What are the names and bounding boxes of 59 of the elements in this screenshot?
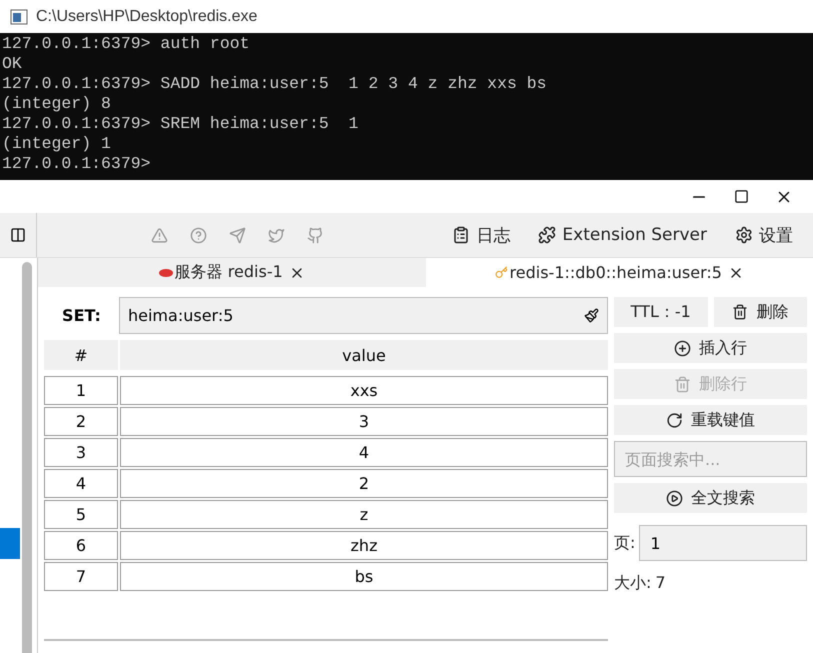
paper-plane-icon (229, 226, 246, 244)
help-icon (190, 226, 207, 244)
table-cell: 4 (120, 438, 608, 467)
warning-icon (151, 226, 168, 244)
console-line: 127.0.0.1:6379> SREM heima:user:5 1 (2, 114, 360, 134)
toolbar-action[interactable]: Extension Server (538, 224, 707, 246)
toolbar-action[interactable]: 设置 (735, 224, 793, 246)
table-cell: zhz (120, 531, 608, 560)
search-field[interactable]: 页面搜索中... (614, 441, 807, 477)
play-circle-icon (666, 490, 683, 506)
size-value: 7 (655, 573, 666, 594)
trash-icon (732, 304, 748, 320)
key-name-field[interactable]: heima:user:5 (119, 297, 608, 334)
size-label: 大小: (614, 573, 652, 594)
console-line: (integer) 8 (2, 94, 112, 114)
scrollbar[interactable] (22, 262, 32, 653)
plus-circle-icon (674, 340, 691, 356)
window-title: C:\Users\HP\Desktop\redis.exe (36, 8, 258, 26)
page-label: 页: (614, 532, 636, 554)
key-type-label: SET: (61, 306, 102, 325)
page-field[interactable]: 1 (639, 525, 807, 561)
console-line: 127.0.0.1:6379> auth root (2, 34, 251, 54)
table-cell: 7 (44, 562, 118, 591)
bird-icon (268, 226, 285, 244)
sidebar-toggle-icon[interactable] (10, 227, 26, 243)
key-icon (494, 266, 508, 279)
table-cell: z (120, 500, 608, 529)
console-line: 127.0.0.1:6379> (2, 154, 152, 174)
table-cell: 5 (44, 500, 118, 529)
console-line: (integer) 1 (2, 134, 112, 154)
console-line: 127.0.0.1:6379> SADD heima:user:5 1 2 3 4 z zhz xxs bs (2, 74, 548, 94)
fulltext-search-button[interactable]: 全文搜索 (614, 483, 807, 513)
table-cell: 4 (44, 469, 118, 498)
table-cell: bs (120, 562, 608, 591)
column-header: # (44, 340, 118, 370)
table-cell: 3 (120, 407, 608, 436)
puzzle-icon (538, 226, 556, 244)
maximize-icon[interactable] (734, 189, 749, 204)
settings-icon (735, 226, 753, 244)
action-button[interactable]: 重载键值 (614, 405, 807, 435)
brush-icon[interactable] (584, 308, 599, 323)
toolbar-action[interactable]: 日志 (452, 224, 510, 246)
console-line: OK (2, 54, 23, 74)
trash-icon (674, 376, 691, 392)
console-app-icon (10, 8, 28, 24)
ttl-button[interactable]: TTL：-1 (614, 297, 708, 327)
table-cell: 1 (44, 376, 118, 405)
tab[interactable]: 服务器 redis-1 (38, 258, 426, 287)
column-header: value (120, 340, 608, 370)
table-cell: 2 (44, 407, 118, 436)
table-cell: 3 (44, 438, 118, 467)
table-cell: 2 (120, 469, 608, 498)
action-button[interactable]: 插入行 (614, 333, 807, 363)
reload-icon (666, 412, 683, 428)
github-icon (307, 226, 324, 244)
table-cell: xxs (120, 376, 608, 405)
clipboard-icon (452, 226, 470, 244)
delete-button[interactable]: 删除 (714, 297, 807, 327)
table-cell: 6 (44, 531, 118, 560)
